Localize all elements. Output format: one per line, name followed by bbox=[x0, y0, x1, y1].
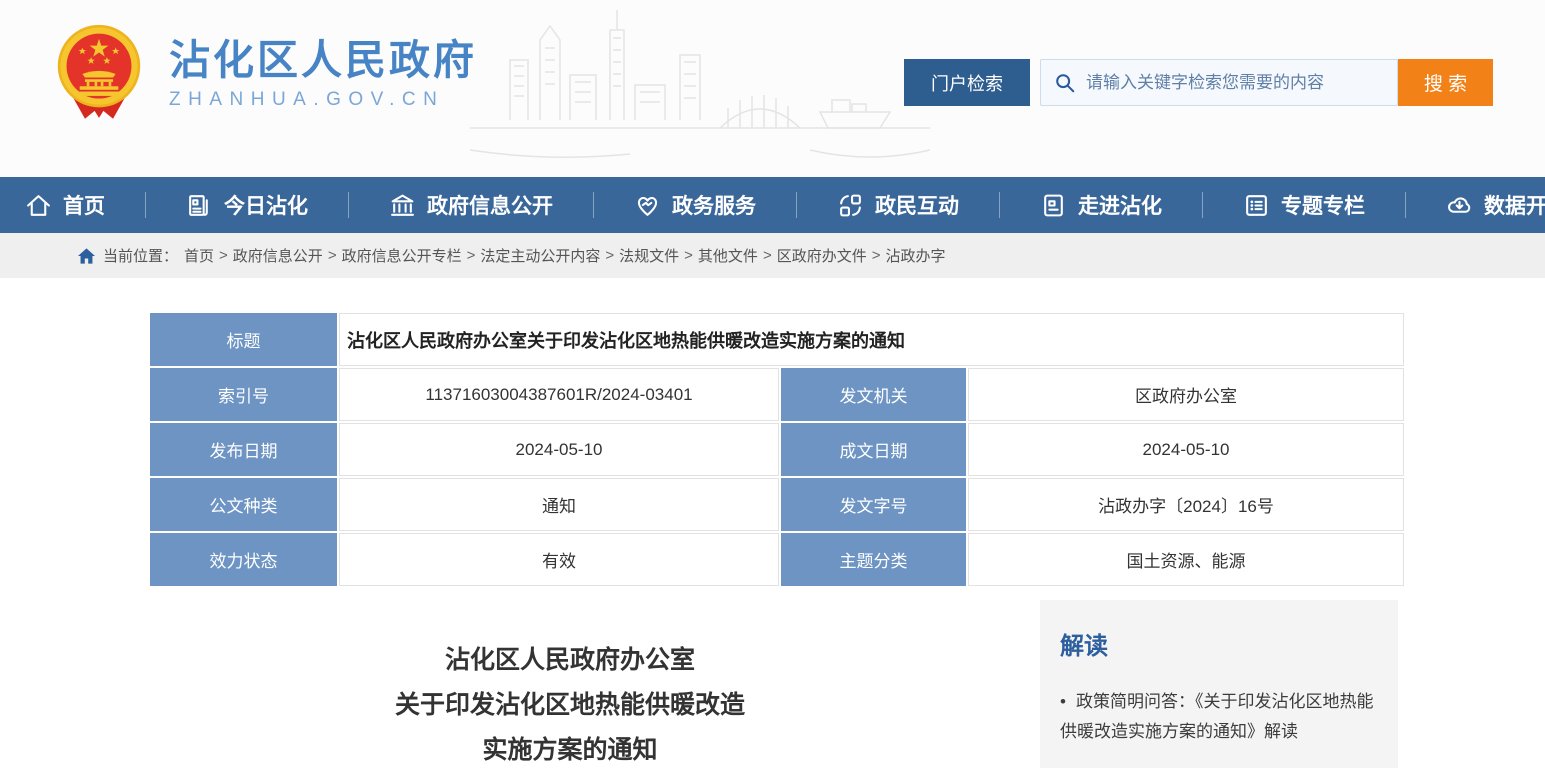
meta-label-issuing-agency: 发文机关 bbox=[781, 368, 966, 421]
city-sketch-art bbox=[470, 0, 930, 172]
search-box bbox=[1040, 59, 1398, 106]
breadcrumb-item-zhanzhengbanzi[interactable]: 沾政办字 bbox=[885, 245, 945, 266]
breadcrumb-item-home[interactable]: 首页 bbox=[184, 245, 214, 266]
national-emblem-icon bbox=[55, 24, 143, 124]
site-header: 沾化区人民政府 ZHANHUA.GOV.CN 门户检索 搜 索 bbox=[0, 0, 1545, 177]
nav-item-interaction[interactable]: 政民互动 bbox=[837, 190, 959, 220]
nav-item-visit[interactable]: 走进沾化 bbox=[1040, 190, 1162, 220]
site-name: 沾化区人民政府 bbox=[169, 37, 477, 83]
news-icon bbox=[186, 192, 213, 219]
interaction-icon bbox=[837, 192, 864, 219]
meta-label-publish-date: 发布日期 bbox=[150, 423, 337, 476]
search-area: 门户检索 搜 索 bbox=[904, 59, 1493, 106]
document-title-line1: 沾化区人民政府办公室 bbox=[150, 638, 990, 683]
interpretation-sidebar: 解读 •政策简明问答：《关于印发沾化区地热能供暖改造实施方案的通知》解读 bbox=[1040, 600, 1398, 768]
breadcrumb-item-statutory-disclosure[interactable]: 法定主动公开内容 bbox=[480, 245, 600, 266]
meta-value-subject-category: 国土资源、能源 bbox=[968, 533, 1404, 586]
meta-label-index-number: 索引号 bbox=[150, 368, 337, 421]
document-icon bbox=[1040, 192, 1067, 219]
meta-label-title: 标题 bbox=[150, 313, 337, 366]
site-logo[interactable]: 沾化区人民政府 ZHANHUA.GOV.CN bbox=[55, 24, 477, 124]
home-icon bbox=[25, 192, 52, 219]
nav-item-gov-info[interactable]: 政府信息公开 bbox=[389, 190, 553, 220]
meta-label-subject-category: 主题分类 bbox=[781, 533, 966, 586]
meta-value-issuing-agency: 区政府办公室 bbox=[968, 368, 1404, 421]
portal-search-button[interactable]: 门户检索 bbox=[904, 59, 1030, 106]
nav-item-today[interactable]: 今日沾化 bbox=[186, 190, 308, 220]
bullet-icon: • bbox=[1060, 692, 1066, 711]
home-icon bbox=[78, 248, 95, 264]
meta-value-index-number: 11371603004387601R/2024-03401 bbox=[339, 368, 779, 421]
nav-separator bbox=[999, 192, 1000, 218]
nav-separator bbox=[145, 192, 146, 218]
meta-label-document-type: 公文种类 bbox=[150, 478, 337, 531]
list-icon bbox=[1243, 192, 1270, 219]
breadcrumb-item-gov-info[interactable]: 政府信息公开 bbox=[233, 245, 323, 266]
nav-item-home[interactable]: 首页 bbox=[25, 190, 105, 220]
nav-separator bbox=[348, 192, 349, 218]
cloud-download-icon bbox=[1446, 192, 1473, 219]
interpretation-link[interactable]: •政策简明问答：《关于印发沾化区地热能供暖改造实施方案的通知》解读 bbox=[1060, 687, 1378, 747]
breadcrumb-item-regulations[interactable]: 法规文件 bbox=[619, 245, 679, 266]
nav-item-services[interactable]: 政务服务 bbox=[634, 190, 756, 220]
meta-value-publish-date: 2024-05-10 bbox=[339, 423, 779, 476]
breadcrumb-item-gov-info-column[interactable]: 政府信息公开专栏 bbox=[342, 245, 462, 266]
breadcrumb-item-district-office-files[interactable]: 区政府办文件 bbox=[777, 245, 867, 266]
document-meta-table: 标题 沾化区人民政府办公室关于印发沾化区地热能供暖改造实施方案的通知 索引号 1… bbox=[150, 313, 1398, 586]
breadcrumb-prefix: 当前位置： bbox=[103, 245, 178, 266]
meta-label-written-date: 成文日期 bbox=[781, 423, 966, 476]
search-icon bbox=[1054, 72, 1076, 94]
document-title: 沾化区人民政府办公室 关于印发沾化区地热能供暖改造 实施方案的通知 bbox=[150, 638, 990, 768]
service-heart-icon bbox=[634, 192, 661, 219]
nav-item-topics[interactable]: 专题专栏 bbox=[1243, 190, 1365, 220]
government-icon bbox=[389, 192, 416, 219]
search-input[interactable] bbox=[1086, 73, 1397, 93]
meta-value-title: 沾化区人民政府办公室关于印发沾化区地热能供暖改造实施方案的通知 bbox=[339, 313, 1404, 366]
nav-separator bbox=[1405, 192, 1406, 218]
document-title-line2: 关于印发沾化区地热能供暖改造 bbox=[150, 683, 990, 728]
site-title-block: 沾化区人民政府 ZHANHUA.GOV.CN bbox=[169, 37, 477, 111]
search-button[interactable]: 搜 索 bbox=[1398, 59, 1493, 106]
document-title-line3: 实施方案的通知 bbox=[150, 728, 990, 768]
breadcrumb-item-other-files[interactable]: 其他文件 bbox=[698, 245, 758, 266]
meta-value-document-number: 沾政办字〔2024〕16号 bbox=[968, 478, 1404, 531]
meta-label-validity-status: 效力状态 bbox=[150, 533, 337, 586]
nav-item-open-data[interactable]: 数据开放 bbox=[1446, 190, 1545, 220]
nav-separator bbox=[593, 192, 594, 218]
breadcrumb: 当前位置： 首页 > 政府信息公开 > 政府信息公开专栏 > 法定主动公开内容 … bbox=[0, 233, 1545, 278]
meta-label-document-number: 发文字号 bbox=[781, 478, 966, 531]
nav-separator bbox=[796, 192, 797, 218]
interpretation-link-text: 政策简明问答：《关于印发沾化区地热能供暖改造实施方案的通知》解读 bbox=[1060, 692, 1373, 741]
meta-value-document-type: 通知 bbox=[339, 478, 779, 531]
meta-value-written-date: 2024-05-10 bbox=[968, 423, 1404, 476]
nav-separator bbox=[1202, 192, 1203, 218]
site-domain: ZHANHUA.GOV.CN bbox=[169, 89, 477, 111]
main-content: 标题 沾化区人民政府办公室关于印发沾化区地热能供暖改造实施方案的通知 索引号 1… bbox=[0, 278, 1545, 768]
main-nav: 首页 今日沾化 政府信息公开 政务服务 政民互动 走进沾化 bbox=[0, 177, 1545, 233]
meta-value-validity-status: 有效 bbox=[339, 533, 779, 586]
interpretation-heading: 解读 bbox=[1060, 626, 1378, 661]
